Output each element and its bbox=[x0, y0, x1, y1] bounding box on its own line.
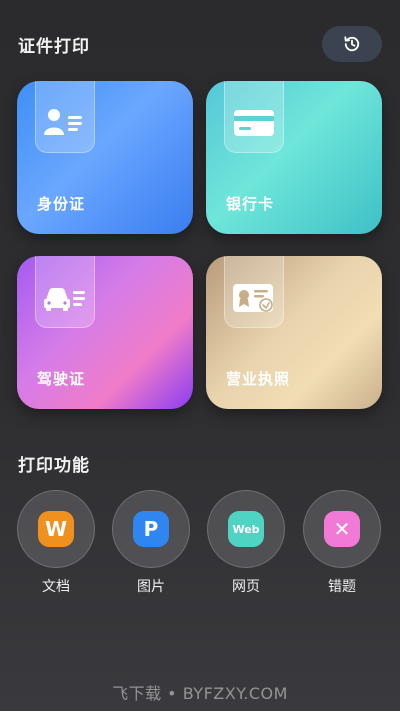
wrong-questions-label: 错题 bbox=[328, 579, 356, 595]
document-circle: W bbox=[17, 490, 95, 568]
history-icon bbox=[344, 36, 360, 52]
header: 证件打印 bbox=[18, 26, 382, 62]
page-title: 证件打印 bbox=[18, 37, 90, 57]
webpage-circle: Web bbox=[207, 490, 285, 568]
webpage-print-button[interactable]: Web 网页 bbox=[207, 490, 285, 595]
word-icon: W bbox=[38, 511, 74, 547]
driver-license-button[interactable]: 驾驶证 bbox=[17, 256, 193, 409]
business-license-label: 营业执照 bbox=[226, 370, 291, 388]
wrong-questions-print-button[interactable]: ✕ 错题 bbox=[303, 490, 381, 595]
picture-icon: P bbox=[133, 511, 169, 547]
wrong-questions-circle: ✕ bbox=[303, 490, 381, 568]
id-card-icon-holder bbox=[35, 81, 95, 153]
bank-card-button[interactable]: 银行卡 bbox=[206, 81, 382, 234]
print-functions-title: 打印功能 bbox=[18, 456, 90, 476]
bank-card-label: 银行卡 bbox=[226, 195, 275, 213]
id-card-icon bbox=[44, 108, 82, 135]
business-license-icon-holder bbox=[224, 256, 284, 328]
driver-license-icon-holder bbox=[35, 256, 95, 328]
image-print-button[interactable]: P 图片 bbox=[112, 490, 190, 595]
close-icon: ✕ bbox=[324, 511, 360, 547]
image-circle: P bbox=[112, 490, 190, 568]
id-card-button[interactable]: 身份证 bbox=[17, 81, 193, 234]
bank-card-icon bbox=[234, 109, 274, 136]
document-print-button[interactable]: W 文档 bbox=[17, 490, 95, 595]
car-license-icon bbox=[44, 287, 85, 311]
driver-license-label: 驾驶证 bbox=[37, 370, 86, 388]
document-label: 文档 bbox=[42, 579, 70, 595]
webpage-label: 网页 bbox=[232, 579, 260, 595]
id-card-label: 身份证 bbox=[37, 195, 86, 213]
bank-card-icon-holder bbox=[224, 81, 284, 153]
history-button[interactable] bbox=[322, 26, 382, 62]
web-icon: Web bbox=[228, 511, 264, 547]
business-license-icon bbox=[233, 283, 273, 312]
watermark: 飞下载 • BYFZXY.COM bbox=[112, 684, 288, 703]
image-label: 图片 bbox=[137, 579, 165, 595]
business-license-button[interactable]: 营业执照 bbox=[206, 256, 382, 409]
